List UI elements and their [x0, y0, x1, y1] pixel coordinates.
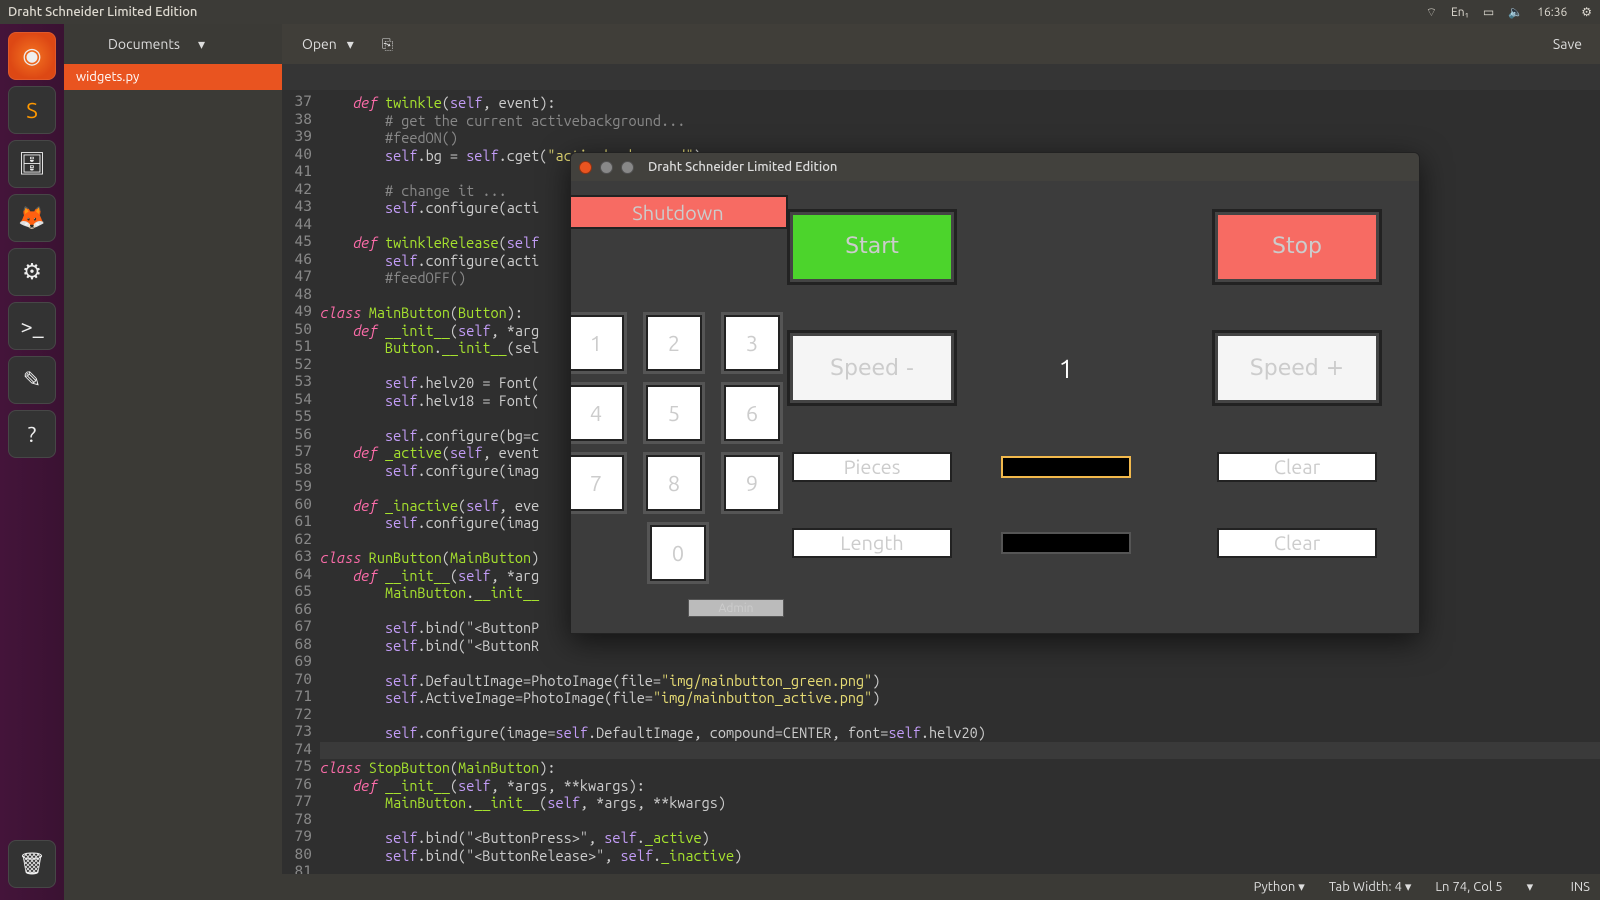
- status-language[interactable]: Python ▾: [1254, 880, 1305, 895]
- status-tab-width[interactable]: Tab Width: 4 ▾: [1329, 880, 1412, 895]
- pieces-button[interactable]: Pieces: [792, 452, 952, 482]
- key-0[interactable]: 0: [650, 525, 706, 581]
- launcher-terminal[interactable]: >_: [8, 302, 56, 350]
- app-titlebar[interactable]: Draht Schneider Limited Edition: [571, 153, 1419, 181]
- launcher-sublime[interactable]: S: [8, 86, 56, 134]
- length-input[interactable]: [1001, 532, 1131, 554]
- launcher-trash[interactable]: 🗑: [8, 840, 56, 888]
- launcher-firefox[interactable]: 🦊: [8, 194, 56, 242]
- key-5[interactable]: 5: [646, 385, 702, 441]
- open-button[interactable]: Open ▾: [290, 36, 366, 53]
- stop-button[interactable]: Stop: [1212, 209, 1382, 285]
- pieces-input[interactable]: [1001, 456, 1131, 478]
- gedit-toolbar: Open ▾ ⎘ Save: [282, 24, 1600, 64]
- clock: 16:36: [1537, 6, 1567, 19]
- unity-launcher: ◉ S 🗄 🦊 ⚙ >_ ✎ ? 🗑: [0, 24, 64, 900]
- language-indicator[interactable]: En₁: [1451, 6, 1469, 19]
- shutdown-button[interactable]: Shutdown: [570, 195, 788, 229]
- unity-top-bar: Draht Schneider Limited Edition ⌔ En₁ ▭ …: [0, 0, 1600, 24]
- key-8[interactable]: 8: [646, 455, 702, 511]
- key-1[interactable]: 1: [570, 315, 624, 371]
- chevron-down-icon: ▾: [347, 36, 354, 53]
- clear-length-button[interactable]: Clear: [1217, 528, 1377, 558]
- clear-pieces-button[interactable]: Clear: [1217, 452, 1377, 482]
- numeric-keypad: 1 2 3 4 5 6 7 8 9 0: [570, 315, 788, 581]
- length-button[interactable]: Length: [792, 528, 952, 558]
- new-tab-icon[interactable]: ⎘: [382, 36, 393, 53]
- gedit-sidebar: Documents ▾ widgets.py: [64, 24, 282, 90]
- key-7[interactable]: 7: [570, 455, 624, 511]
- speed-value: 1: [1059, 354, 1074, 383]
- file-tab-widgets[interactable]: widgets.py: [64, 64, 282, 90]
- open-label: Open: [302, 36, 337, 52]
- save-button[interactable]: Save: [1553, 36, 1592, 52]
- line-gutter: 37 38 39 40 41 42 43 44 45 46 47 48 49 5…: [282, 90, 320, 874]
- documents-dropdown[interactable]: Documents ▾: [64, 24, 282, 64]
- speed-minus-button[interactable]: Speed -: [787, 330, 957, 406]
- system-tray: ⌔ En₁ ▭ 🔈 16:36 ⚙: [1426, 5, 1592, 20]
- gedit-status-bar: Python ▾ Tab Width: 4 ▾ Ln 74, Col 5 ▾ I…: [64, 874, 1600, 900]
- key-3[interactable]: 3: [724, 315, 780, 371]
- maximize-icon[interactable]: [621, 161, 634, 174]
- launcher-settings[interactable]: ⚙: [8, 248, 56, 296]
- status-position: Ln 74, Col 5: [1435, 880, 1502, 894]
- volume-icon[interactable]: 🔈: [1508, 5, 1523, 19]
- chevron-down-icon: ▾: [198, 36, 205, 53]
- speed-plus-button[interactable]: Speed +: [1212, 330, 1382, 406]
- minimize-icon[interactable]: [600, 161, 613, 174]
- launcher-dash[interactable]: ◉: [8, 32, 56, 80]
- draht-schneider-window: Draht Schneider Limited Edition Start St…: [570, 152, 1420, 634]
- key-9[interactable]: 9: [724, 455, 780, 511]
- documents-label: Documents: [108, 36, 180, 52]
- window-title: Draht Schneider Limited Edition: [8, 5, 197, 19]
- gear-icon[interactable]: ⚙: [1581, 5, 1592, 19]
- wifi-icon[interactable]: ⌔: [1426, 5, 1437, 20]
- launcher-help[interactable]: ?: [8, 410, 56, 458]
- key-2[interactable]: 2: [646, 315, 702, 371]
- start-button[interactable]: Start: [787, 209, 957, 285]
- sidebar-body: [64, 90, 282, 874]
- launcher-files[interactable]: 🗄: [8, 140, 56, 188]
- key-4[interactable]: 4: [570, 385, 624, 441]
- app-title: Draht Schneider Limited Edition: [648, 160, 837, 174]
- battery-icon[interactable]: ▭: [1483, 5, 1494, 19]
- close-icon[interactable]: [579, 161, 592, 174]
- key-6[interactable]: 6: [724, 385, 780, 441]
- admin-button[interactable]: Admin: [688, 599, 784, 617]
- launcher-gedit[interactable]: ✎: [8, 356, 56, 404]
- status-mode: INS: [1571, 880, 1590, 894]
